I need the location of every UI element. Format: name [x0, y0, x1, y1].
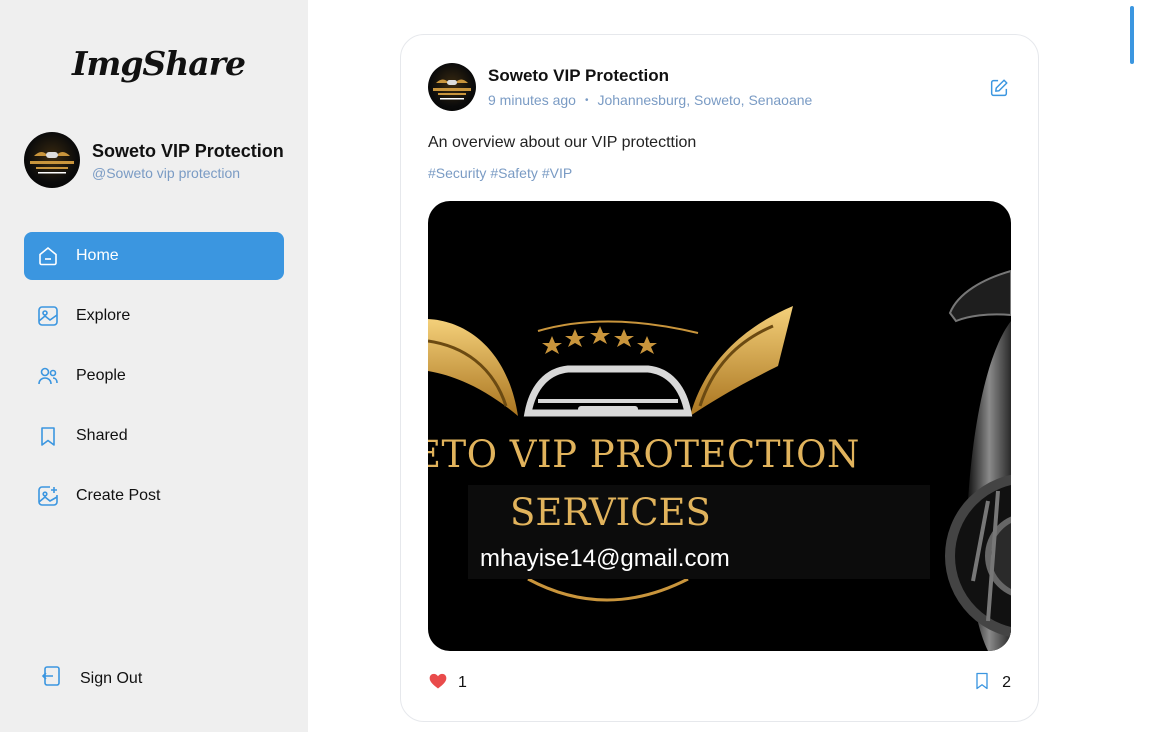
sidebar-item-label: Shared — [76, 427, 128, 444]
sign-out-button[interactable]: Sign Out — [40, 664, 142, 693]
post-actions: 1 2 — [428, 671, 1011, 695]
sign-out-label: Sign Out — [80, 669, 143, 687]
sidebar: ImgShare Soweto VIP Protection @Soweto v… — [0, 0, 308, 732]
edit-icon — [988, 79, 1010, 103]
post-caption: An overview about our VIP protecttion — [428, 134, 697, 151]
image-email: mhayise14@gmail.com — [480, 545, 730, 572]
post-tag[interactable]: #VIP — [542, 165, 572, 181]
like-count: 1 — [458, 674, 467, 691]
edit-post-button[interactable] — [988, 77, 1012, 101]
post-header: Soweto VIP Protection 9 minutes ago • Jo… — [428, 63, 812, 111]
bookmark-icon — [972, 670, 992, 697]
sidebar-item-label: Home — [76, 247, 119, 264]
sidebar-item-label: Create Post — [76, 487, 161, 504]
meta-separator: • — [584, 94, 589, 106]
app-root: ImgShare Soweto VIP Protection @Soweto v… — [0, 0, 1155, 732]
post-tags: #Security #Safety #VIP — [428, 165, 576, 181]
sidebar-item-explore[interactable]: Explore — [24, 292, 284, 340]
post-location: Johannesburg, Soweto, Senaoane — [597, 92, 813, 108]
home-icon — [36, 244, 60, 268]
explore-icon — [36, 304, 60, 328]
sidebar-nav: Home Explore People Shared Create Post — [24, 232, 284, 532]
profile-name: Soweto VIP Protection — [92, 140, 284, 161]
sidebar-item-label: People — [76, 367, 126, 384]
bookmark-icon — [36, 424, 60, 448]
like-button[interactable]: 1 — [428, 671, 467, 696]
create-post-icon — [36, 484, 60, 508]
post-tag[interactable]: #Security — [428, 165, 486, 181]
sidebar-item-people[interactable]: People — [24, 352, 284, 400]
avatar — [24, 132, 80, 188]
sidebar-item-label: Explore — [76, 307, 131, 324]
post-author-avatar[interactable] — [428, 63, 476, 111]
page-scrollbar[interactable] — [1130, 6, 1134, 64]
image-title-line2: SERVICES — [510, 491, 711, 534]
people-icon — [36, 364, 60, 388]
post-tag[interactable]: #Safety — [490, 165, 537, 181]
image-title-line1: ETO VIP PROTECTION — [428, 433, 860, 476]
heart-icon — [428, 671, 448, 696]
app-logo[interactable]: ImgShare — [72, 44, 246, 83]
sidebar-item-home[interactable]: Home — [24, 232, 284, 280]
post-author-name[interactable]: Soweto VIP Protection — [488, 66, 812, 86]
post-image-artwork — [428, 269, 1011, 651]
user-profile[interactable]: Soweto VIP Protection @Soweto vip protec… — [24, 132, 284, 188]
save-button[interactable]: 2 — [972, 670, 1011, 697]
save-count: 2 — [1002, 674, 1011, 691]
sidebar-item-create-post[interactable]: Create Post — [24, 472, 284, 520]
profile-handle: @Soweto vip protection — [92, 164, 241, 181]
sidebar-item-shared[interactable]: Shared — [24, 412, 284, 460]
sign-out-icon — [40, 664, 64, 693]
post-time: 9 minutes ago — [488, 92, 576, 108]
post-card: Soweto VIP Protection 9 minutes ago • Jo… — [400, 34, 1039, 722]
post-image[interactable]: ETO VIP PROTECTION SERVICES mhayise14@gm… — [428, 201, 1011, 651]
